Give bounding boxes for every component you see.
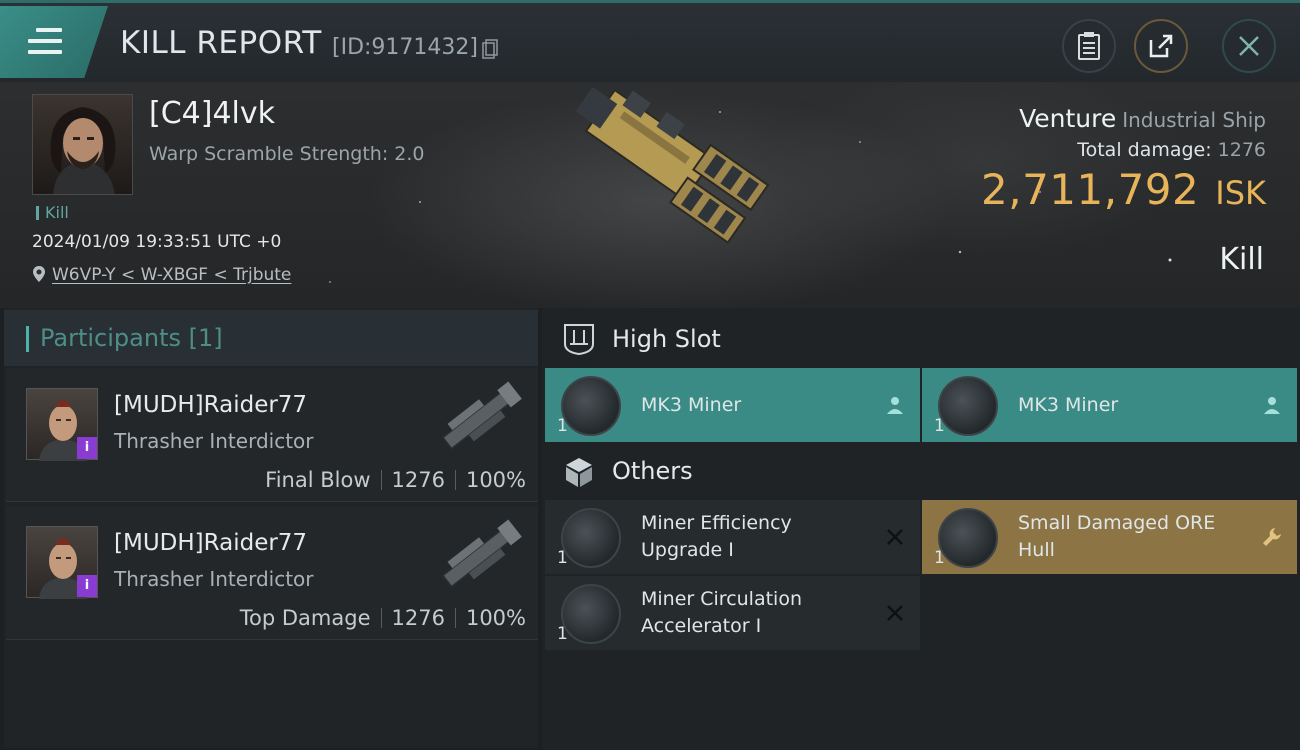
module-slot[interactable]: 1 Small Damaged ORE Hull [922,500,1297,574]
clipboard-icon [1078,32,1100,60]
user-icon [887,397,903,414]
participant-ship: Thrasher Interdictor [114,429,314,453]
module-name-line: Hull [1018,539,1055,561]
participant-role: Final Blow [265,468,371,492]
participants-title: Participants [1] [40,324,223,352]
module-name-line: Miner Circulation [641,588,802,610]
top-bar: KILL REPORT [ID:9171432] [0,0,1300,82]
participant-badge: i [77,437,97,459]
share-icon [1149,34,1173,58]
isk-unit: ISK [1215,174,1266,212]
participant-name[interactable]: [MUDH]Raider77 [114,530,307,556]
stat-divider [380,470,382,490]
hamburger-icon [28,28,62,56]
participants-header[interactable]: Participants [1] [4,310,538,366]
participant-damage: 1276 [391,606,445,630]
participant-badge: i [77,575,97,597]
cube-icon [566,458,592,487]
isk-value: 2,711,792 [981,165,1200,214]
location-link[interactable]: W6VP-Y < W-XBGF < Trjbute [32,265,291,285]
ship-class: Industrial Ship [1122,108,1266,132]
ship-name[interactable]: Venture [1019,104,1116,133]
copy-icon[interactable] [482,39,498,59]
header-accent-bar [26,326,29,352]
participant-name[interactable]: [MUDH]Raider77 [114,392,307,418]
wrench-icon [1263,528,1281,546]
module-slot[interactable]: 1 Miner Circulation Accelerator I [545,576,920,650]
high-slot-icon [564,324,594,356]
victim-pilot-name[interactable]: [C4]4lvk [149,96,275,131]
module-name-line: Miner Efficiency [641,512,792,534]
participant-avatar[interactable]: i [26,526,98,599]
warp-scramble-strength: Warp Scramble Strength: 2.0 [149,143,425,165]
participant-avatar[interactable]: i [26,388,98,461]
location-path[interactable]: W6VP-Y < W-XBGF < Trjbute [52,265,291,285]
kill-tag: Kill [36,203,69,222]
participant-ship: Thrasher Interdictor [114,567,314,591]
result-label: Kill [1219,242,1264,277]
report-id: [ID:9171432] [332,35,478,60]
module-name: MK3 Miner [641,394,742,416]
location-pin-icon [33,266,45,282]
close-button[interactable] [1222,19,1276,73]
module-name: MK3 Miner [1018,394,1119,416]
miner-module-icon [561,376,621,436]
participant-percent: 100% [465,468,526,492]
high-slot-title: High Slot [612,325,721,353]
module-name-line: Small Damaged ORE [1018,512,1216,534]
module-slot[interactable]: 1 Miner Efficiency Upgrade I [545,500,920,574]
victim-portrait[interactable] [32,94,133,195]
user-icon [1264,397,1280,414]
share-button[interactable] [1134,19,1188,73]
module-quantity: 1 [557,548,568,568]
thrasher-ship-image [441,381,522,450]
stat-divider [380,608,382,628]
module-name-line: Accelerator I [641,615,762,637]
participant-role: Top Damage [239,606,371,630]
participant-stats: Final Blow 1276 100% [265,468,526,492]
upgrade-module-icon [561,508,621,568]
module-quantity: 1 [934,548,945,568]
module-slot[interactable]: 1 MK3 Miner [545,368,920,442]
menu-button[interactable] [0,6,108,78]
participant-card[interactable]: i [MUDH]Raider77 Thrasher Interdictor To… [6,506,538,640]
module-quantity: 1 [557,416,568,436]
destroyed-x-icon [887,529,903,545]
destroyed-x-icon [887,605,903,621]
clipboard-button[interactable] [1062,19,1116,73]
participant-card[interactable]: i [MUDH]Raider77 Thrasher Interdictor Fi… [6,368,538,502]
ship-info: Venture Industrial Ship Total damage: 1276… [981,104,1266,214]
stat-divider [454,608,456,628]
module-name-line: Upgrade I [641,539,734,561]
total-damage-value: 1276 [1217,139,1266,161]
page-title: KILL REPORT [120,25,322,61]
module-quantity: 1 [934,416,945,436]
participant-percent: 100% [465,606,526,630]
close-icon [1239,36,1259,56]
stat-divider [454,470,456,490]
hull-module-icon [938,508,998,568]
thrasher-ship-image [441,519,522,588]
module-quantity: 1 [557,624,568,644]
participant-stats: Top Damage 1276 100% [240,606,526,630]
kill-datetime: 2024/01/09 19:33:51 UTC +0 [32,232,282,252]
victim-section: [C4]4lvk Warp Scramble Strength: 2.0 Kil… [0,82,1300,308]
accelerator-module-icon [561,584,621,644]
venture-ship-image [575,88,770,244]
miner-module-icon [938,376,998,436]
module-slot[interactable]: 1 MK3 Miner [922,368,1297,442]
others-title: Others [612,457,693,485]
participant-damage: 1276 [391,468,445,492]
total-damage-label: Total damage: [1077,139,1212,161]
